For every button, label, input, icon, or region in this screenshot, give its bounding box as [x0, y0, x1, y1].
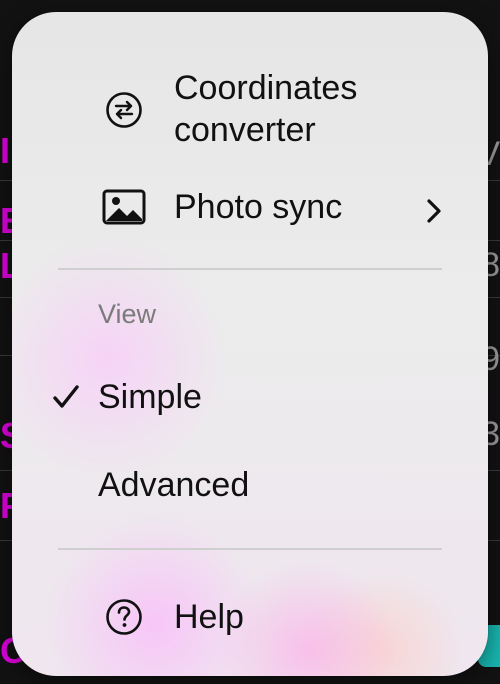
menu-separator — [58, 268, 442, 270]
context-menu: Coordinates converter Photo sync View Si… — [12, 12, 488, 676]
photo-icon — [102, 185, 146, 229]
coordinates-converter-label-line1: Coordinates — [174, 69, 358, 107]
help-label: Help — [174, 598, 244, 636]
view-option-advanced[interactable]: Advanced — [98, 466, 249, 505]
bg-field-letter: I — [0, 130, 11, 171]
photo-sync-item[interactable]: Photo sync — [12, 182, 488, 232]
checkmark-icon — [52, 384, 80, 415]
help-item[interactable]: Help — [12, 592, 488, 642]
coordinates-converter-label-line2: converter — [174, 111, 316, 149]
view-option-simple[interactable]: Simple — [98, 378, 202, 417]
view-section-title: View — [98, 299, 157, 329]
coordinates-converter-item[interactable]: Coordinates converter — [12, 62, 488, 158]
photo-sync-label: Photo sync — [174, 188, 343, 226]
question-circle-icon — [102, 595, 146, 639]
chevron-right-icon — [426, 194, 442, 233]
menu-separator — [58, 548, 442, 550]
arrows-exchange-circle-icon — [102, 88, 146, 132]
